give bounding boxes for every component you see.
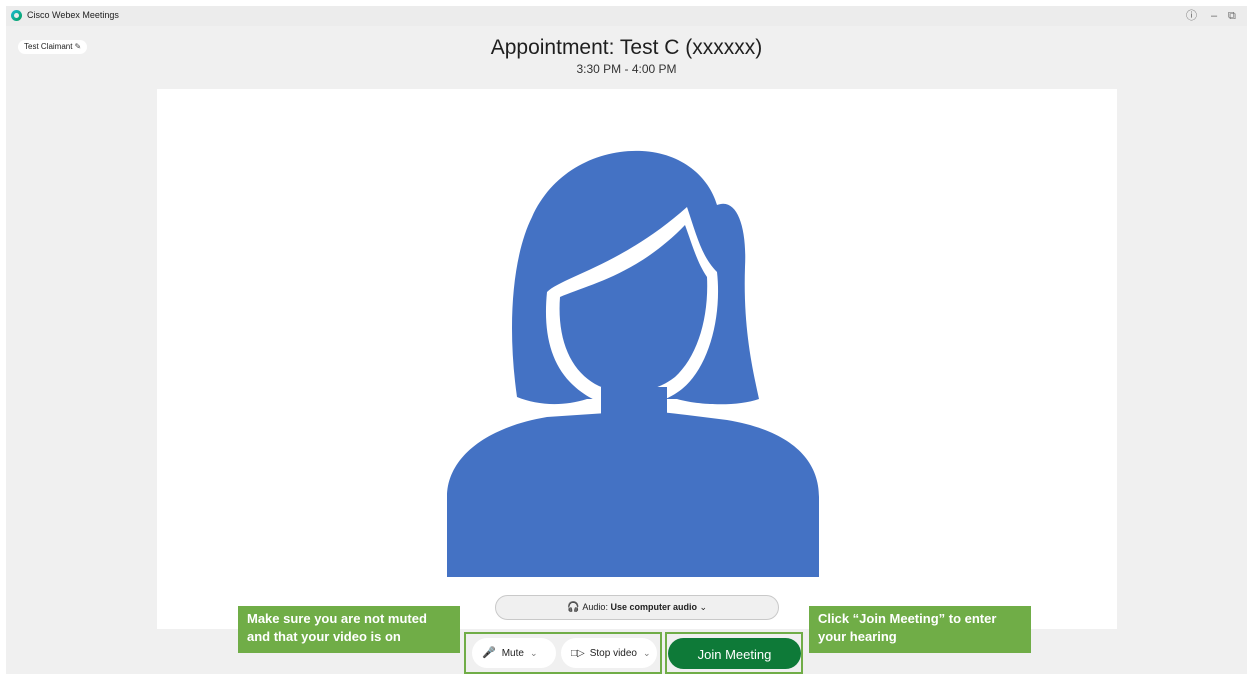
annotation-unmute-note: Make sure you are not muted and that you… (238, 606, 460, 653)
audio-value: Use computer audio (610, 602, 697, 612)
chevron-down-icon: ⌄ (699, 602, 708, 612)
camera-icon: □▷ (571, 648, 585, 659)
minimize-icon[interactable]: – (1211, 8, 1217, 24)
join-meeting-button[interactable]: Join Meeting (668, 638, 801, 669)
audio-selector[interactable]: 🎧 Audio: Use computer audio ⌄ (495, 595, 779, 620)
avatar-icon (447, 150, 819, 577)
video-preview (157, 89, 1117, 629)
microphone-icon: 🎤 (482, 647, 496, 659)
chevron-down-icon[interactable]: ⌄ (530, 648, 538, 658)
restore-icon[interactable]: ⧉ (1228, 8, 1236, 24)
mute-button[interactable]: 🎤 Mute ⌄ (472, 638, 556, 668)
meeting-time: 3:30 PM - 4:00 PM (576, 62, 677, 76)
webex-logo-icon (11, 10, 22, 21)
audio-label: Audio: (582, 602, 611, 612)
title-bar: Cisco Webex Meetings ⓘ – ⧉ (6, 6, 1247, 26)
headset-icon: 🎧 (566, 602, 580, 613)
help-icon[interactable]: ⓘ (1186, 8, 1197, 24)
app-title: Cisco Webex Meetings (27, 10, 119, 20)
webex-window: Cisco Webex Meetings ⓘ – ⧉ Test Claimant… (6, 6, 1247, 674)
annotation-join-note: Click “Join Meeting” to enter your heari… (809, 606, 1031, 653)
stop-video-label: Stop video (589, 648, 637, 659)
stop-video-button[interactable]: □▷ Stop video ⌄ (561, 638, 657, 668)
mute-label: Mute (501, 648, 524, 659)
chevron-down-icon[interactable]: ⌄ (643, 648, 651, 658)
page-title: Appointment: Test C (xxxxxx) (490, 36, 763, 59)
